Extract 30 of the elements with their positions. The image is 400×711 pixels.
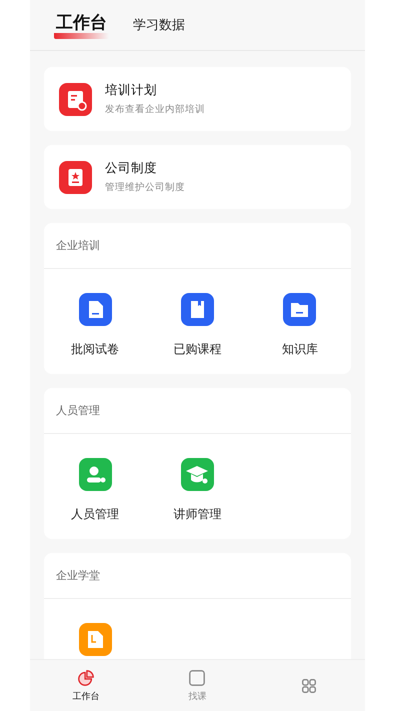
folder-icon xyxy=(283,293,316,326)
grid-item[interactable]: 讲师管理 xyxy=(146,458,249,523)
item-label: 人员管理 xyxy=(71,506,120,523)
grid-icon xyxy=(300,676,318,694)
pie-chart-icon xyxy=(76,668,95,686)
section-title: 人员管理 xyxy=(44,388,351,434)
grid-item[interactable]: 批阅试卷 xyxy=(44,293,146,358)
document-clock-icon xyxy=(59,82,92,116)
card-title: 公司制度 xyxy=(105,160,158,177)
bottom-tab[interactable]: 工作台 xyxy=(30,660,142,711)
feature-card[interactable]: 培训计划 发布查看企业内部培训 xyxy=(44,67,351,131)
item-label: 讲师管理 xyxy=(173,506,222,523)
star-document-icon xyxy=(59,160,92,194)
item-label: 知识库 xyxy=(282,341,318,358)
section-title: 企业培训 xyxy=(44,223,351,269)
card-subtitle: 发布查看企业内部培训 xyxy=(105,103,205,116)
grid-item[interactable]: 人员管理 xyxy=(44,458,146,523)
header-tab[interactable]: 工作台 xyxy=(54,11,109,39)
item-label: 批阅试卷 xyxy=(71,341,120,358)
header-tab[interactable]: 学习数据 xyxy=(131,16,187,34)
book-icon xyxy=(180,293,214,326)
feature-card[interactable]: 公司制度 管理维护公司制度 xyxy=(44,145,351,209)
grid-item[interactable]: 知识库 xyxy=(248,293,351,358)
graduation-cap-icon xyxy=(180,458,214,491)
square-icon xyxy=(188,668,206,686)
grid-item[interactable]: 已购课程 xyxy=(146,293,249,358)
item-label: 已购课程 xyxy=(173,341,222,358)
card-title: 培训计划 xyxy=(105,82,158,99)
card-subtitle: 管理维护公司制度 xyxy=(105,181,185,194)
section-title: 企业学堂 xyxy=(44,553,351,599)
